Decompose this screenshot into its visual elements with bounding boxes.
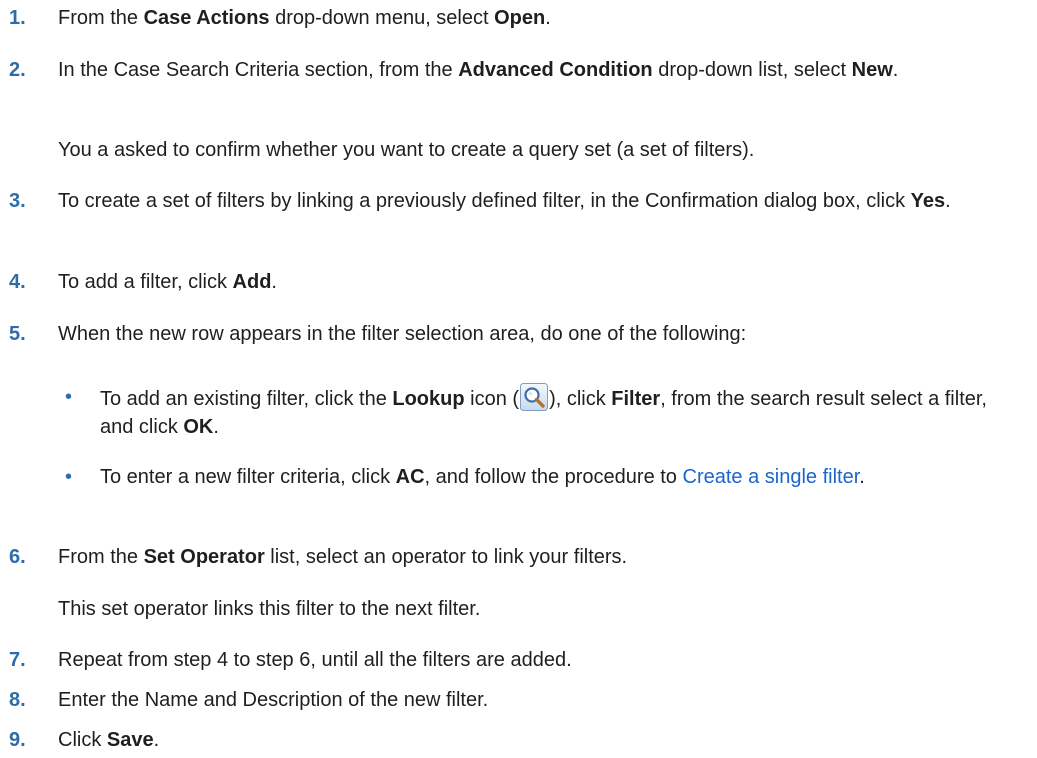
- bullet: •: [65, 386, 73, 408]
- step-text: To add a filter, click Add.: [58, 271, 277, 293]
- step-text: In the Case Search Criteria section, fro…: [58, 59, 899, 81]
- step-number: 4.: [9, 271, 26, 293]
- step-9: 9. Click Save.: [0, 726, 1037, 756]
- magnifier-lookup-icon: [520, 383, 549, 411]
- step-1: 1. From the Case Actions drop-down menu,…: [0, 4, 1037, 34]
- step-number: 3.: [9, 190, 26, 212]
- step-6-note: This set operator links this filter to t…: [0, 595, 1037, 625]
- step-8: 8. Enter the Name and Description of the…: [0, 686, 1037, 716]
- step-number: 8.: [9, 689, 26, 711]
- step-number: 9.: [9, 729, 26, 751]
- step-note: You a asked to confirm whether you want …: [58, 139, 755, 161]
- step-3: 3. To create a set of filters by linking…: [0, 187, 1037, 247]
- step-text: Click Save.: [58, 729, 160, 751]
- step-text: Enter the Name and Description of the ne…: [58, 689, 489, 711]
- step-text: From the Case Actions drop-down menu, se…: [58, 7, 551, 29]
- step-text: Repeat from step 4 to step 6, until all …: [58, 649, 572, 671]
- substep-2: • To enter a new filter criteria, click …: [0, 463, 1037, 523]
- step-number: 2.: [9, 59, 26, 81]
- step-text: From the Set Operator list, select an op…: [58, 546, 628, 568]
- create-single-filter-link[interactable]: Create a single filter: [683, 466, 860, 488]
- substep-1: • To add an existing filter, click the L…: [0, 383, 1037, 443]
- step-note: This set operator links this filter to t…: [58, 598, 481, 620]
- step-text: When the new row appears in the filter s…: [58, 323, 747, 345]
- step-2: 2. In the Case Search Criteria section, …: [0, 56, 1037, 116]
- step-4: 4. To add a filter, click Add.: [0, 268, 1037, 298]
- step-6: 6. From the Set Operator list, select an…: [0, 543, 1037, 573]
- step-number: 5.: [9, 323, 26, 345]
- step-2-note: You a asked to confirm whether you want …: [0, 136, 1037, 166]
- substep-text: To add an existing filter, click the Loo…: [100, 383, 1005, 441]
- bullet: •: [65, 466, 73, 488]
- step-text: To create a set of filters by linking a …: [58, 190, 951, 212]
- step-number: 6.: [9, 546, 26, 568]
- step-number: 7.: [9, 649, 26, 671]
- step-5: 5. When the new row appears in the filte…: [0, 320, 1037, 350]
- step-7: 7. Repeat from step 4 to step 6, until a…: [0, 646, 1037, 676]
- step-number: 1.: [9, 7, 26, 29]
- substep-text: To enter a new filter criteria, click AC…: [100, 466, 865, 488]
